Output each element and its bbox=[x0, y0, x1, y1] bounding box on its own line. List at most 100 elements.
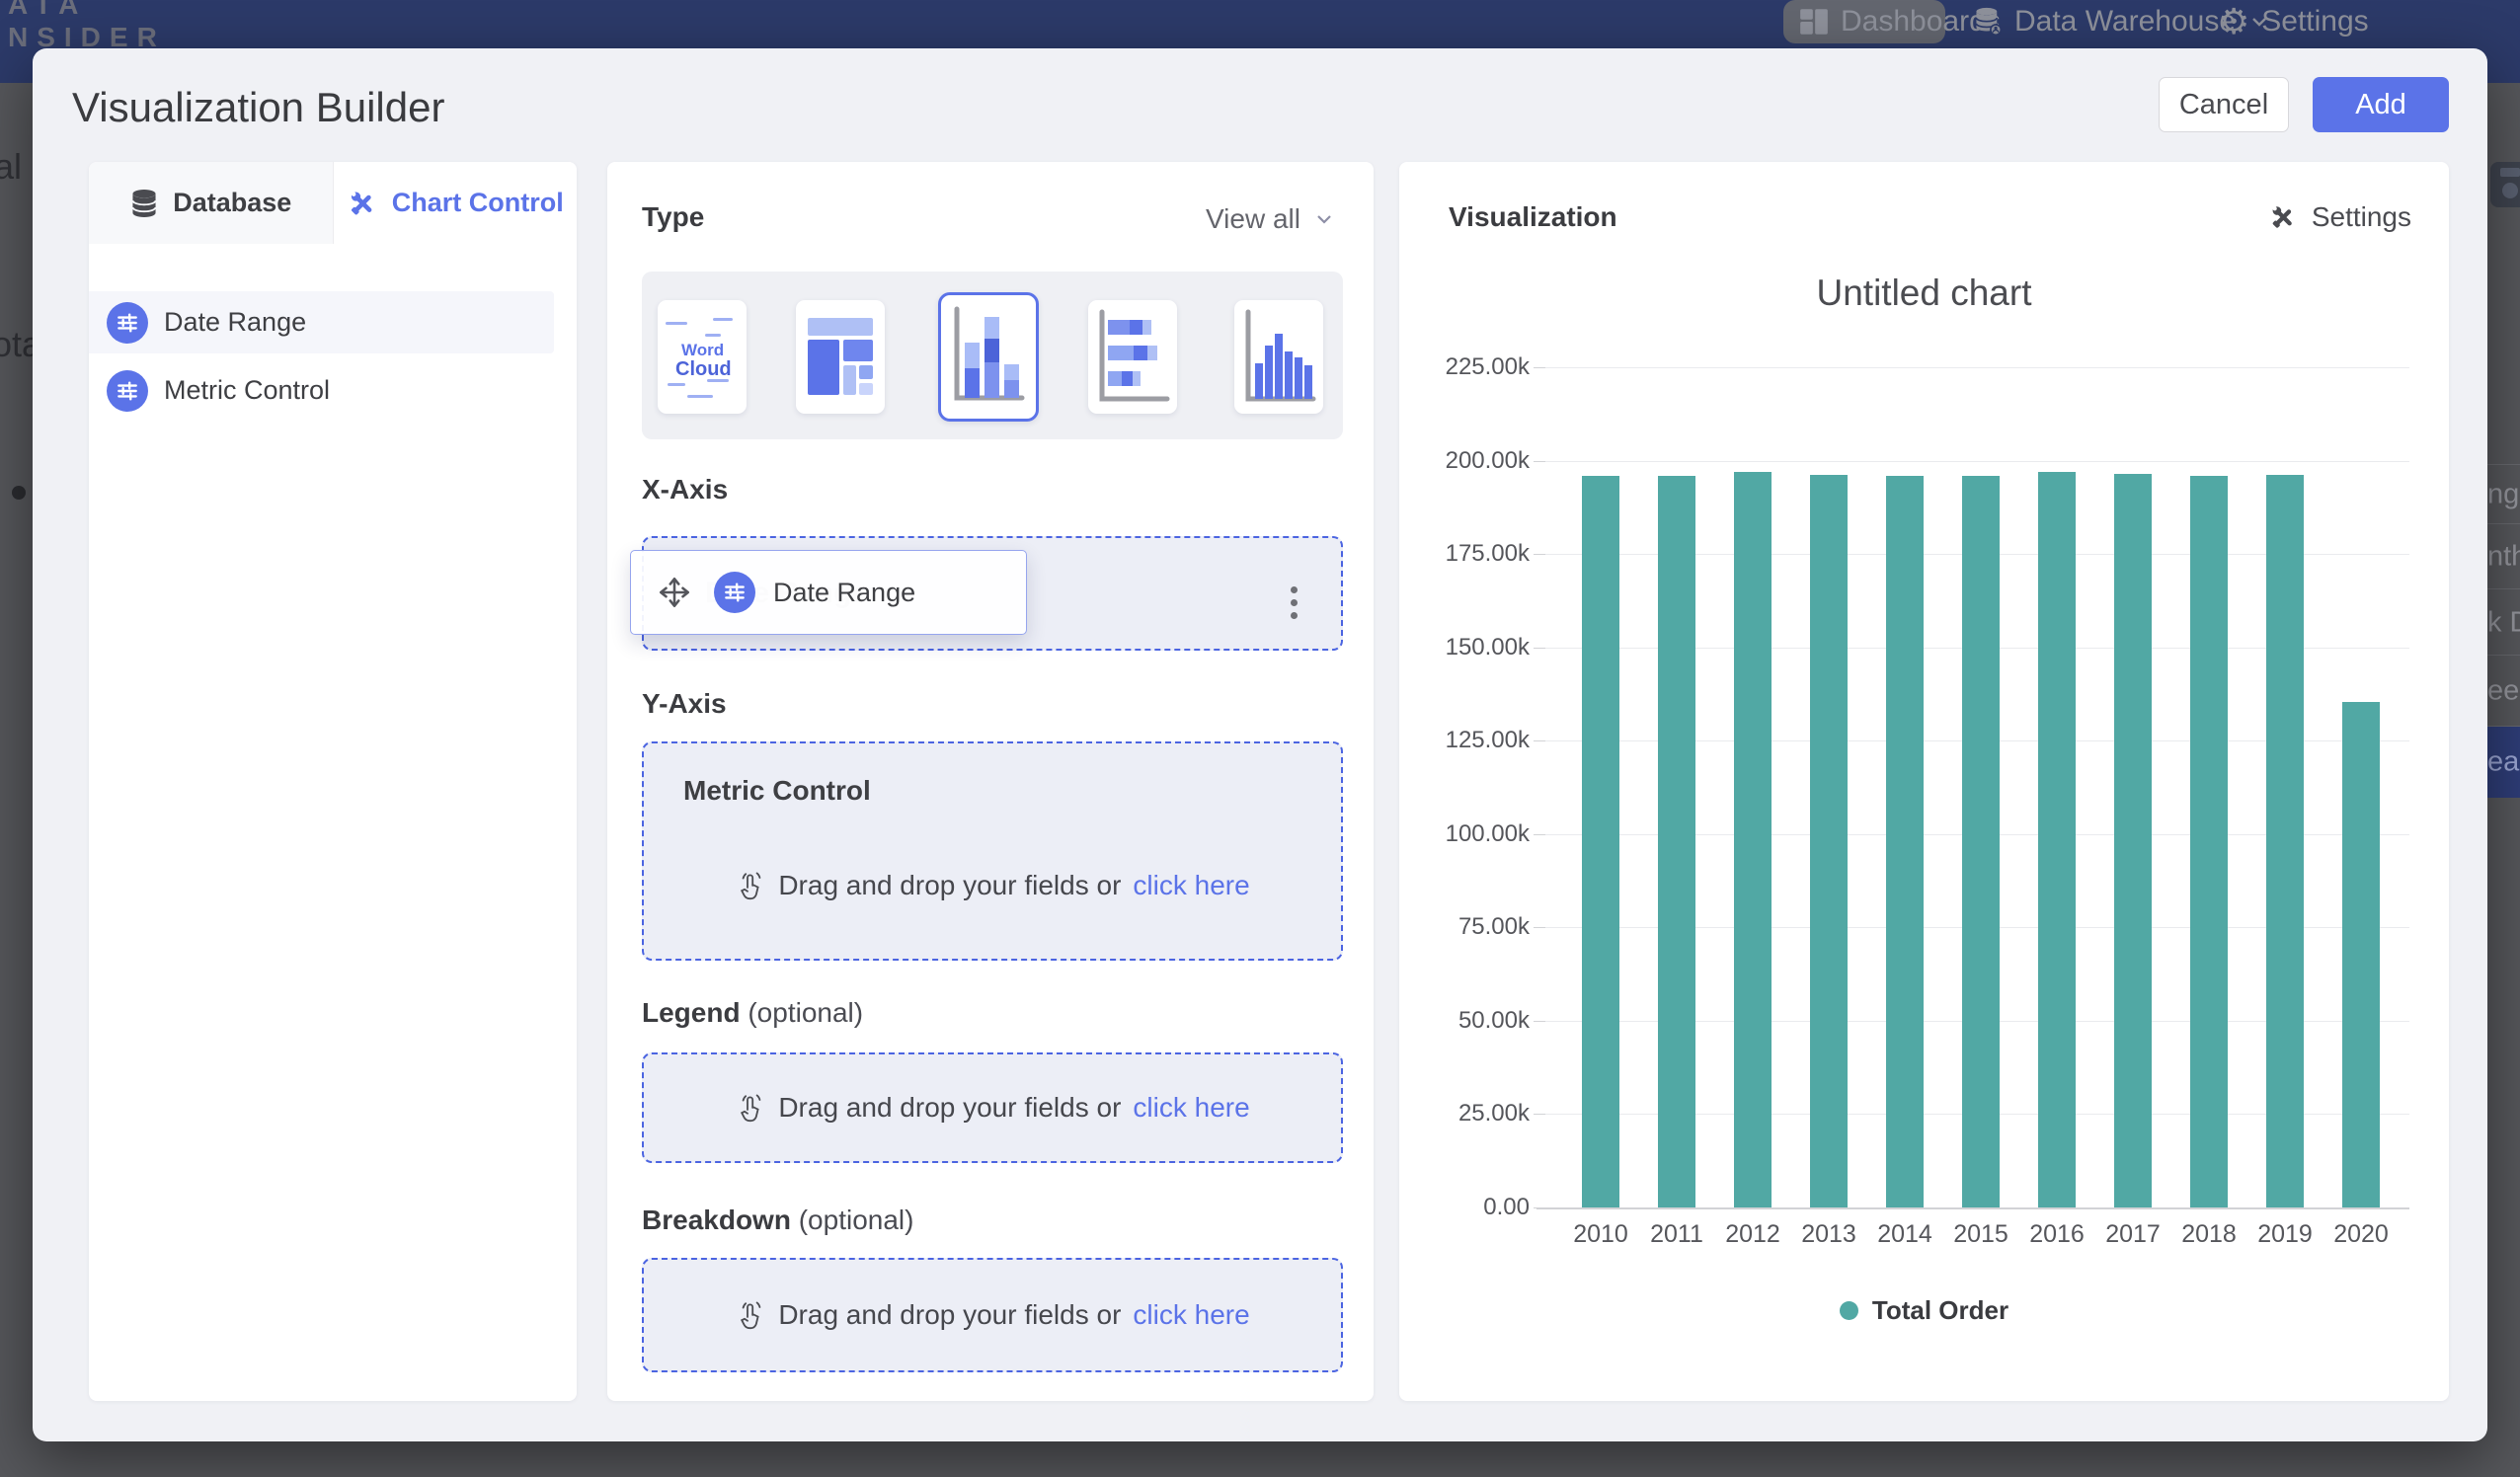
gridline bbox=[1545, 367, 2409, 368]
cancel-button[interactable]: Cancel bbox=[2159, 77, 2289, 132]
date-range-drag-chip[interactable]: Date Range bbox=[630, 550, 1027, 635]
nav-item-dashboards: Dashboards bbox=[1799, 0, 2001, 43]
chart-type-column[interactable] bbox=[1234, 300, 1323, 414]
click-hand-icon bbox=[735, 1092, 766, 1124]
app-logo: ATA NSIDER bbox=[8, 0, 166, 53]
bar-2013[interactable] bbox=[1810, 475, 1848, 1207]
gear-icon: ⚙ bbox=[2218, 4, 2249, 39]
field-label: Date Range bbox=[164, 307, 306, 338]
bar-2020[interactable] bbox=[2342, 702, 2380, 1207]
breakdown-section-label: Breakdown (optional) bbox=[642, 1205, 913, 1236]
drop-hint: Drag and drop your fields or click here bbox=[644, 1299, 1341, 1331]
click-here-link[interactable]: click here bbox=[1133, 1299, 1249, 1331]
x-tick-label: 2017 bbox=[2094, 1220, 2171, 1249]
bar-2017[interactable] bbox=[2114, 474, 2152, 1207]
legend-marker bbox=[1840, 1301, 1858, 1320]
metric-control-box-title: Metric Control bbox=[683, 775, 871, 807]
sliders-icon bbox=[107, 302, 148, 344]
x-axis-line bbox=[1536, 1207, 2409, 1209]
x-tick-label: 2014 bbox=[1866, 1220, 1943, 1249]
y-axis-drop-zone[interactable]: Metric Control Drag and drop your fields… bbox=[642, 741, 1343, 961]
builder-panel: Type View all Word Cloud bbox=[607, 162, 1374, 1401]
drop-hint-text: Drag and drop your fields or bbox=[778, 870, 1121, 901]
x-tick-label: 2010 bbox=[1562, 1220, 1639, 1249]
y-tick-label: 100.00k bbox=[1411, 820, 1530, 848]
y-tick-mark bbox=[1534, 927, 1545, 928]
breakdown-drop-zone[interactable]: Drag and drop your fields or click here bbox=[642, 1258, 1343, 1372]
bar-2014[interactable] bbox=[1886, 476, 1924, 1207]
sliders-icon bbox=[107, 370, 148, 412]
y-axis-section-label: Y-Axis bbox=[642, 688, 727, 720]
field-item-metric-control[interactable]: Metric Control bbox=[89, 359, 554, 422]
view-all-dropdown[interactable]: View all bbox=[1206, 203, 1336, 235]
y-tick-label: 200.00k bbox=[1411, 447, 1530, 475]
y-tick-mark bbox=[1534, 1207, 1545, 1208]
visualization-panel-title: Visualization bbox=[1449, 201, 1617, 233]
y-tick-label: 225.00k bbox=[1411, 353, 1530, 381]
y-tick-mark bbox=[1534, 554, 1545, 555]
bar-2015[interactable] bbox=[1962, 476, 2000, 1207]
dashboard-icon bbox=[1799, 7, 1829, 37]
tab-chart-control-label: Chart Control bbox=[392, 188, 564, 218]
y-tick-mark bbox=[1534, 834, 1545, 835]
type-section-label: Type bbox=[642, 201, 704, 233]
click-hand-icon bbox=[735, 870, 766, 901]
bar-2010[interactable] bbox=[1582, 476, 1619, 1207]
y-tick-mark bbox=[1534, 740, 1545, 741]
bar-2011[interactable] bbox=[1658, 476, 1695, 1207]
click-hand-icon bbox=[735, 1299, 766, 1331]
legend-optional: (optional) bbox=[748, 997, 863, 1028]
drop-hint: Drag and drop your fields or click here bbox=[644, 870, 1341, 901]
x-axis-options-menu[interactable] bbox=[1287, 577, 1301, 629]
add-button[interactable]: Add bbox=[2313, 77, 2449, 132]
y-tick-label: 50.00k bbox=[1411, 1007, 1530, 1035]
tab-chart-control[interactable]: Chart Control bbox=[334, 162, 578, 244]
x-tick-label: 2018 bbox=[2170, 1220, 2247, 1249]
background-text-fragment: al bbox=[0, 146, 22, 188]
x-tick-label: 2013 bbox=[1790, 1220, 1867, 1249]
background-bullet bbox=[12, 486, 26, 500]
legend-series-label: Total Order bbox=[1872, 1295, 2008, 1326]
drop-hint-text: Drag and drop your fields or bbox=[778, 1092, 1121, 1124]
bar-2012[interactable] bbox=[1734, 472, 1772, 1207]
tab-database[interactable]: Database bbox=[89, 162, 334, 244]
bar-2019[interactable] bbox=[2266, 475, 2304, 1207]
legend-drop-zone[interactable]: Drag and drop your fields or click here bbox=[642, 1052, 1343, 1163]
nav-label-data-warehouse: Data Warehouse bbox=[2014, 5, 2236, 39]
chart-type-treemap[interactable] bbox=[796, 300, 885, 414]
bar-2016[interactable] bbox=[2038, 472, 2076, 1207]
data-warehouse-icon bbox=[1973, 7, 2003, 37]
y-tick-label: 150.00k bbox=[1411, 634, 1530, 661]
chart-type-stacked-column[interactable] bbox=[938, 292, 1039, 422]
field-label: Metric Control bbox=[164, 375, 330, 406]
x-tick-label: 2011 bbox=[1638, 1220, 1715, 1249]
save-icon bbox=[2488, 160, 2520, 209]
x-tick-label: 2012 bbox=[1714, 1220, 1791, 1249]
y-tick-label: 25.00k bbox=[1411, 1100, 1530, 1127]
y-tick-mark bbox=[1534, 461, 1545, 462]
x-tick-label: 2016 bbox=[2018, 1220, 2095, 1249]
chart-type-word-cloud[interactable]: Word Cloud bbox=[658, 300, 747, 414]
chart-title: Untitled chart bbox=[1399, 272, 2449, 314]
x-axis-section-label: X-Axis bbox=[642, 474, 728, 505]
x-tick-label: 2020 bbox=[2323, 1220, 2400, 1249]
move-icon bbox=[657, 575, 692, 610]
sliders-icon bbox=[714, 572, 755, 613]
breakdown-label: Breakdown bbox=[642, 1205, 791, 1235]
drop-hint: Drag and drop your fields or click here bbox=[644, 1092, 1341, 1124]
visualization-builder-modal: Visualization Builder Cancel Add Databas… bbox=[33, 48, 2487, 1441]
click-here-link[interactable]: click here bbox=[1133, 870, 1249, 901]
logo-line-1: ATA bbox=[8, 0, 166, 21]
control-fields-panel: Database Chart Control bbox=[89, 162, 577, 1401]
field-item-date-range[interactable]: Date Range bbox=[89, 291, 554, 353]
click-here-link[interactable]: click here bbox=[1133, 1092, 1249, 1124]
tab-database-label: Database bbox=[173, 188, 291, 218]
nav-item-settings: ⚙ Settings bbox=[2218, 0, 2369, 43]
word-cloud-text-2: Cloud bbox=[675, 358, 732, 380]
bar-2018[interactable] bbox=[2190, 476, 2228, 1207]
chevron-down-icon bbox=[1312, 207, 1336, 231]
chart-type-horizontal-bar[interactable] bbox=[1088, 300, 1177, 414]
chart-settings-button[interactable]: Settings bbox=[2268, 201, 2411, 233]
word-cloud-text-1: Word bbox=[681, 341, 724, 359]
x-tick-label: 2019 bbox=[2246, 1220, 2323, 1249]
